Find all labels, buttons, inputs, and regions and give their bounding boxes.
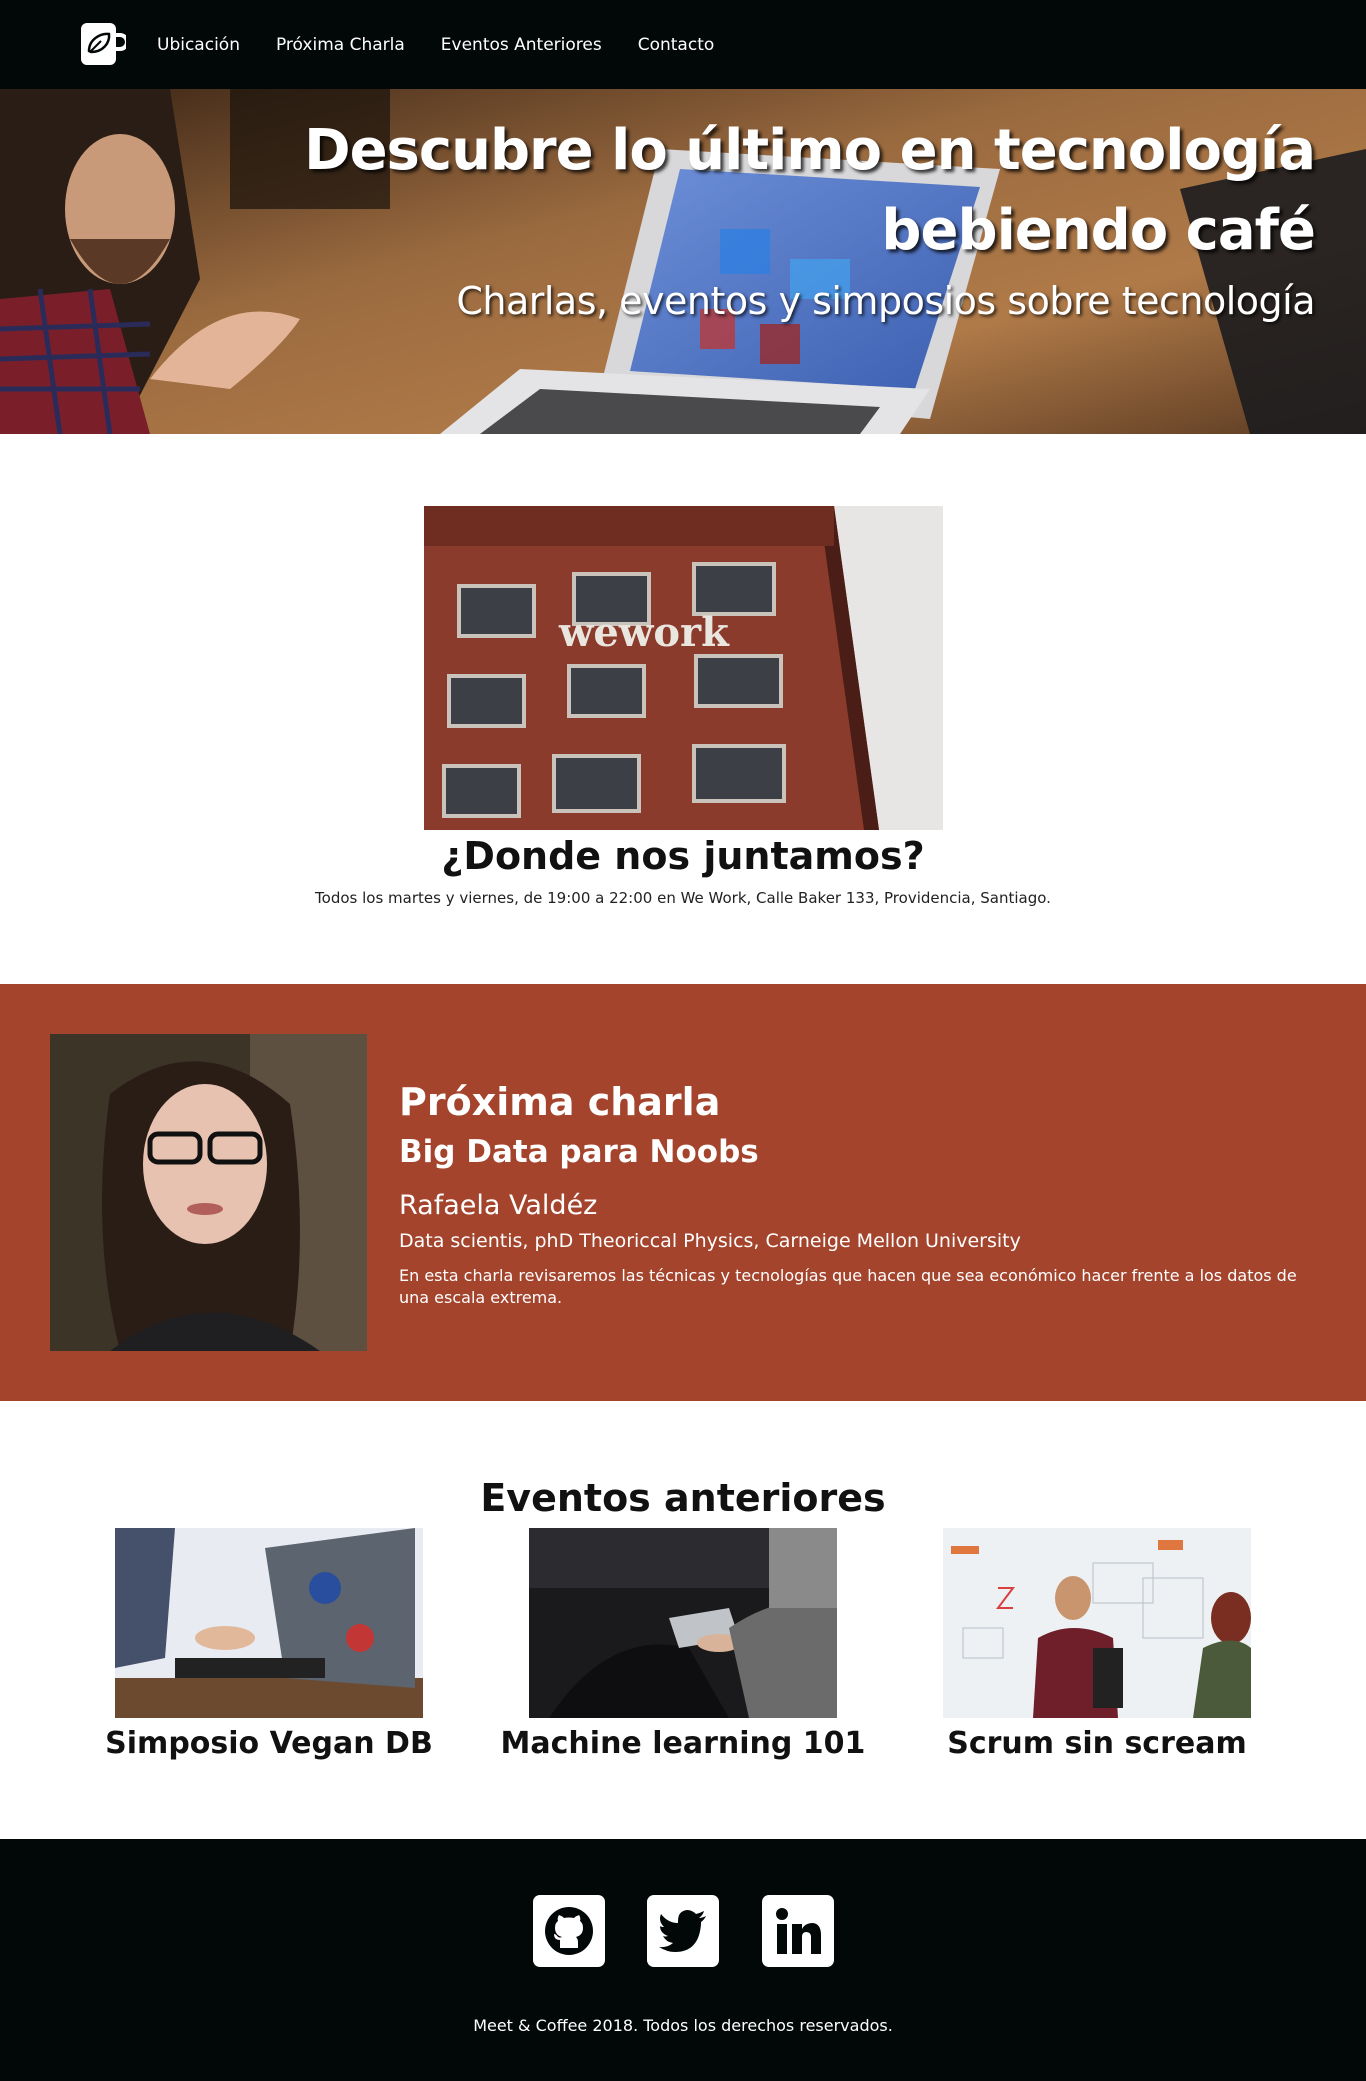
speaker-credentials: Data scientis, phD Theoriccal Physics, C… xyxy=(399,1230,1021,1252)
nav-link-contacto[interactable]: Contacto xyxy=(638,35,715,55)
event-title: Simposio Vegan DB xyxy=(105,1726,433,1761)
next-talk-section: Próxima charla Big Data para Noobs Rafae… xyxy=(0,984,1366,1401)
footer: Meet & Coffee 2018. Todos los derechos r… xyxy=(0,1839,1366,2081)
location-text: Todos los martes y viernes, de 19:00 a 2… xyxy=(315,889,1051,907)
event-card[interactable]: Machine learning 101 xyxy=(501,1528,865,1761)
coffee-cup-logo-icon[interactable] xyxy=(79,21,129,68)
github-icon[interactable] xyxy=(533,1895,605,1967)
event-image-audience xyxy=(529,1528,837,1718)
past-events-section: Eventos anteriores Simposio Vegan DB Mac… xyxy=(0,1401,1366,1839)
hero-title-line1: Descubre lo último en tecnología xyxy=(304,118,1316,183)
hero-banner: Descubre lo último en tecnología bebiend… xyxy=(0,89,1366,434)
nav-link-eventos-anteriores[interactable]: Eventos Anteriores xyxy=(441,35,602,55)
event-card[interactable]: Scrum sin scream xyxy=(943,1528,1251,1761)
wework-building-image: wework xyxy=(424,506,943,830)
location-title: ¿Donde nos juntamos? xyxy=(441,834,925,878)
talk-description: En esta charla revisaremos las técnicas … xyxy=(399,1266,1297,1307)
event-title: Scrum sin scream xyxy=(947,1726,1247,1761)
speaker-name: Rafaela Valdéz xyxy=(399,1190,598,1221)
wework-sign: wework xyxy=(558,609,730,656)
location-section: wework ¿Donde nos juntamos? Todos los ma… xyxy=(0,434,1366,984)
nav-link-ubicacion[interactable]: Ubicación xyxy=(157,35,240,55)
top-nav: Ubicación Próxima Charla Eventos Anterio… xyxy=(0,0,1366,89)
event-image-whiteboard xyxy=(943,1528,1251,1718)
speaker-photo xyxy=(50,1034,367,1351)
nav-link-proxima-charla[interactable]: Próxima Charla xyxy=(276,35,405,55)
event-title: Machine learning 101 xyxy=(500,1726,866,1761)
past-events-title: Eventos anteriores xyxy=(480,1476,886,1520)
copyright-text: Meet & Coffee 2018. Todos los derechos r… xyxy=(473,2016,893,2035)
talk-title: Big Data para Noobs xyxy=(399,1134,759,1170)
hero-title-line2: bebiendo café xyxy=(881,198,1316,263)
twitter-icon[interactable] xyxy=(647,1895,719,1967)
hero-text-block: Descubre lo último en tecnología bebiend… xyxy=(304,111,1316,323)
linkedin-icon[interactable] xyxy=(762,1895,834,1967)
event-card[interactable]: Simposio Vegan DB xyxy=(105,1528,433,1761)
hero-subtitle: Charlas, eventos y simposios sobre tecno… xyxy=(456,279,1315,323)
next-talk-label: Próxima charla xyxy=(399,1080,721,1124)
event-image-laptop xyxy=(115,1528,423,1718)
